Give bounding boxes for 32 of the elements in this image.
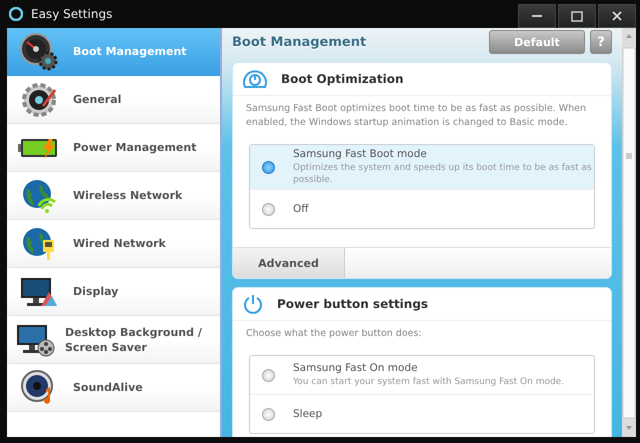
option-description: You can start your system fast with Samsung Fast On mode. (293, 376, 564, 388)
section-description: Samsung Fast Boot optimizes boot time to be as fast as possible. When enabled, the Windows startup animation is changed to Basic mode. (245, 102, 588, 130)
maximize-icon (571, 10, 583, 22)
minimize-icon (532, 14, 542, 18)
gauge-icon (243, 69, 267, 89)
section-description: Choose what the power button does: (245, 327, 423, 341)
scrollbar[interactable] (622, 28, 636, 437)
app-logo-icon (9, 7, 23, 21)
minimize-button[interactable] (518, 4, 556, 28)
monitor-film-icon (15, 322, 55, 356)
option-label: Samsung Fast Boot mode (293, 148, 428, 160)
radio-button[interactable] (262, 368, 275, 382)
close-icon (612, 11, 622, 21)
radio-button[interactable] (262, 408, 275, 420)
advanced-tab[interactable]: Advanced (233, 248, 345, 278)
option-description: Optimizes the system and speeds up its boot time to be as fast as possible. (293, 162, 593, 186)
section-title: Power button settings (277, 297, 428, 311)
radio-button[interactable] (262, 202, 275, 216)
option-label: Off (293, 203, 308, 215)
globe-wifi-icon (21, 178, 57, 214)
window-title: Easy Settings (31, 7, 114, 21)
option-label: Samsung Fast On mode (293, 362, 419, 374)
gauge-icon (19, 32, 59, 72)
maximize-button[interactable] (558, 4, 596, 28)
monitor-icon (19, 276, 59, 308)
section-title: Boot Optimization (281, 72, 404, 86)
power-icon (243, 294, 263, 314)
option-label: Sleep (293, 408, 322, 420)
close-button[interactable] (598, 4, 636, 28)
page-title: Boot Management (232, 34, 368, 50)
radio-button[interactable] (262, 160, 275, 174)
globe-plug-icon (21, 226, 57, 262)
